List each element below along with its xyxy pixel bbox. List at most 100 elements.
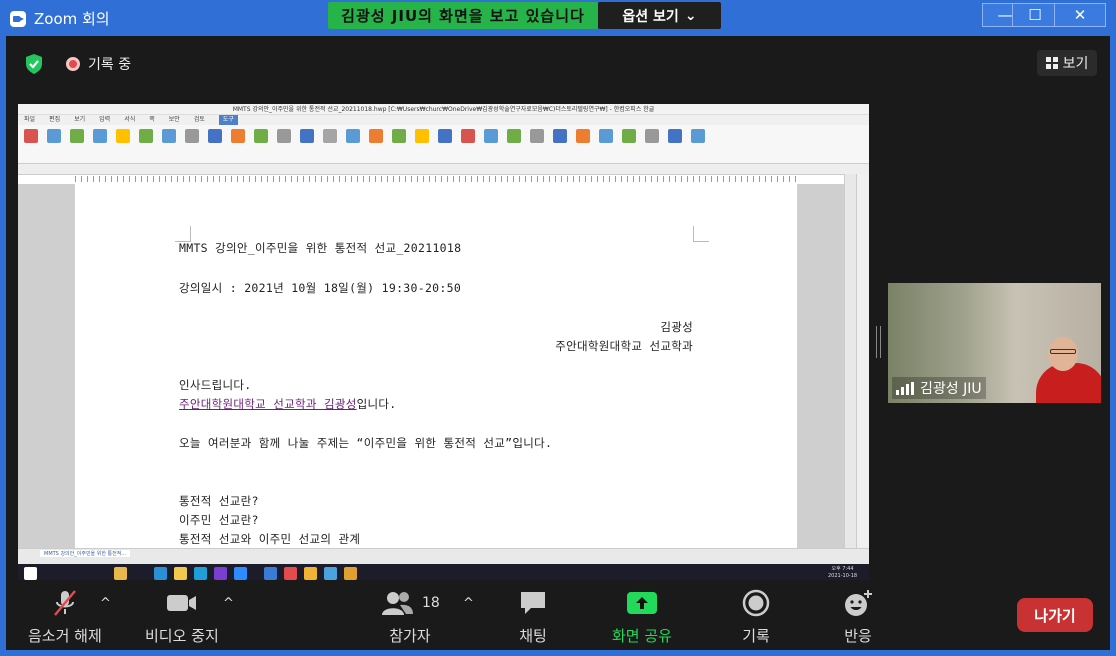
zoom-taskbar-icon <box>234 567 247 580</box>
unmute-label: 음소거 해제 <box>28 627 102 645</box>
stop-video-button[interactable]: 비디오 중지 <box>145 588 219 646</box>
microphone-muted-icon <box>50 588 80 618</box>
ribbon-tool-icon <box>24 129 38 143</box>
view-options-label: 옵션 보기 <box>622 8 679 25</box>
signal-strength-icon <box>896 381 914 395</box>
shield-icon[interactable] <box>24 53 44 75</box>
ribbon-tool-icon <box>507 129 521 143</box>
edge-icon <box>154 567 167 580</box>
audio-options-caret[interactable]: ^ <box>100 596 111 611</box>
doc-question-1: 통전적 선교란? <box>179 494 259 508</box>
ribbon-tool-icon <box>346 129 360 143</box>
hwp-menu-bar: 파일 편집 보기 입력 서식 쪽 보안 검토 도구 <box>18 115 869 125</box>
ribbon-tool-icon <box>599 129 613 143</box>
taskbar-date: 2021-10-18 <box>828 573 858 579</box>
record-button[interactable]: 기록 <box>741 588 771 646</box>
folder-icon <box>114 567 127 580</box>
view-label: 보기 <box>1062 56 1089 72</box>
ribbon-tool-icon <box>70 129 84 143</box>
participants-button[interactable]: 18 참가자 <box>380 588 440 646</box>
ribbon-tool-icon <box>415 129 429 143</box>
maximize-button[interactable]: ☐ <box>1012 3 1058 27</box>
doc-affiliation: 주안대학원대학교 선교학과 <box>555 339 693 353</box>
browser-icon <box>194 567 207 580</box>
unmute-button[interactable]: 음소거 해제 <box>28 588 102 646</box>
chat-label: 채팅 <box>519 627 547 645</box>
view-options-button[interactable]: 옵션 보기 ⌄ <box>598 2 721 29</box>
document-area: MMTS 강의안_이주민을 위한 통전적 선교_20211018 강의일시 : … <box>18 184 844 548</box>
chat-button[interactable]: 채팅 <box>518 588 548 646</box>
ribbon-tool-icon <box>47 129 61 143</box>
window-titlebar[interactable]: Zoom 회의 김광성 JIU의 화면을 보고 있습니다 옵션 보기 ⌄ — ☐… <box>0 0 1116 36</box>
ribbon-tool-icon <box>484 129 498 143</box>
ribbon-tool-icon <box>231 129 245 143</box>
ribbon-tool-icon <box>116 129 130 143</box>
ribbon-tool-icon <box>185 129 199 143</box>
ribbon-tool-icon <box>553 129 567 143</box>
hwp-document-tab: MMTS 강의안_이주민을 위한 통전적... <box>40 550 131 557</box>
video-options-caret[interactable]: ^ <box>223 596 234 611</box>
ribbon-tool-icon <box>323 129 337 143</box>
shared-screen[interactable]: MMTS 강의안_이주민을 위한 통전적 선교_20211018.hwp [C:… <box>18 104 869 582</box>
taskbar-clock: 오후 7:44 2021-10-18 <box>828 566 857 580</box>
hwp-menu-item[interactable]: 입력 <box>99 115 110 125</box>
ribbon-tool-icon <box>691 129 705 143</box>
chat-bubble-icon <box>518 588 548 618</box>
hwp-menu-item[interactable]: 파일 <box>24 115 35 125</box>
ribbon-tool-icon <box>392 129 406 143</box>
participant-video[interactable]: 김광성 JIU <box>888 283 1101 403</box>
reactions-label: 반응 <box>844 627 872 645</box>
hwp-ribbon <box>18 125 869 164</box>
leave-button[interactable]: 나가기 <box>1017 598 1093 632</box>
ribbon-tool-icon <box>645 129 659 143</box>
taskbar-time: 오후 7:44 <box>831 566 854 572</box>
windows-start-icon <box>24 567 37 580</box>
hwp-menu-item[interactable]: 보안 <box>169 115 180 125</box>
hwp-menu-item[interactable]: 쪽 <box>149 115 155 125</box>
close-button[interactable]: ✕ <box>1054 3 1106 27</box>
doc-greeting: 인사드립니다. <box>179 378 252 392</box>
zoom-logo-icon <box>10 10 26 27</box>
hwp-menu-item[interactable]: 검토 <box>194 115 205 125</box>
hwp-menu-item[interactable]: 보기 <box>74 115 85 125</box>
grid-view-icon <box>1045 57 1058 69</box>
ribbon-tool-icon <box>438 129 452 143</box>
doc-author: 김광성 <box>660 320 693 334</box>
ribbon-tool-icon <box>93 129 107 143</box>
document-page: MMTS 강의안_이주민을 위한 통전적 선교_20211018 강의일시 : … <box>75 184 797 548</box>
hwp-menu-item[interactable]: 도구 <box>218 115 238 125</box>
recording-status[interactable]: 기록 중 <box>66 54 131 74</box>
ribbon-tool-icon <box>369 129 383 143</box>
share-screen-button[interactable]: 화면 공유 <box>612 588 672 646</box>
video-camera-icon <box>165 588 199 618</box>
app-title: Zoom 회의 <box>10 8 110 29</box>
hwp-side-tools <box>856 174 869 554</box>
hwp-format-bar <box>18 164 869 175</box>
record-label: 기록 <box>742 627 770 645</box>
ribbon-tool-icon <box>277 129 291 143</box>
hwp-window-title: MMTS 강의안_이주민을 위한 통전적 선교_20211018.hwp [C:… <box>18 104 869 115</box>
ribbon-tool-icon <box>622 129 636 143</box>
onenote-icon <box>214 567 227 580</box>
participants-options-caret[interactable]: ^ <box>463 596 474 611</box>
doc-title: MMTS 강의안_이주민을 위한 통전적 선교_20211018 <box>179 241 462 255</box>
view-button[interactable]: 보기 <box>1037 50 1097 76</box>
reactions-button[interactable]: 반응 <box>842 588 874 646</box>
ribbon-tool-icon <box>668 129 682 143</box>
participant-name: 김광성 JIU <box>920 381 982 397</box>
ribbon-tool-icon <box>254 129 268 143</box>
app-icon-3 <box>344 567 357 580</box>
panel-splitter[interactable] <box>876 326 881 358</box>
doc-intro-suffix: 입니다. <box>356 397 397 411</box>
viewing-share-banner: 김광성 JIU의 화면을 보고 있습니다 <box>328 2 598 29</box>
ribbon-tool-icon <box>530 129 544 143</box>
hwp-menu-item[interactable]: 서식 <box>124 115 135 125</box>
doc-question-3: 통전적 선교와 이주민 선교의 관계 <box>179 532 361 546</box>
app-icon-1 <box>304 567 317 580</box>
participant-name-tag: 김광성 JIU <box>892 377 986 399</box>
share-screen-label: 화면 공유 <box>612 627 672 645</box>
document-scrollbar <box>844 174 856 548</box>
hwp-menu-item[interactable]: 편집 <box>49 115 60 125</box>
recording-label: 기록 중 <box>88 57 132 73</box>
emoji-reaction-icon <box>842 588 874 618</box>
